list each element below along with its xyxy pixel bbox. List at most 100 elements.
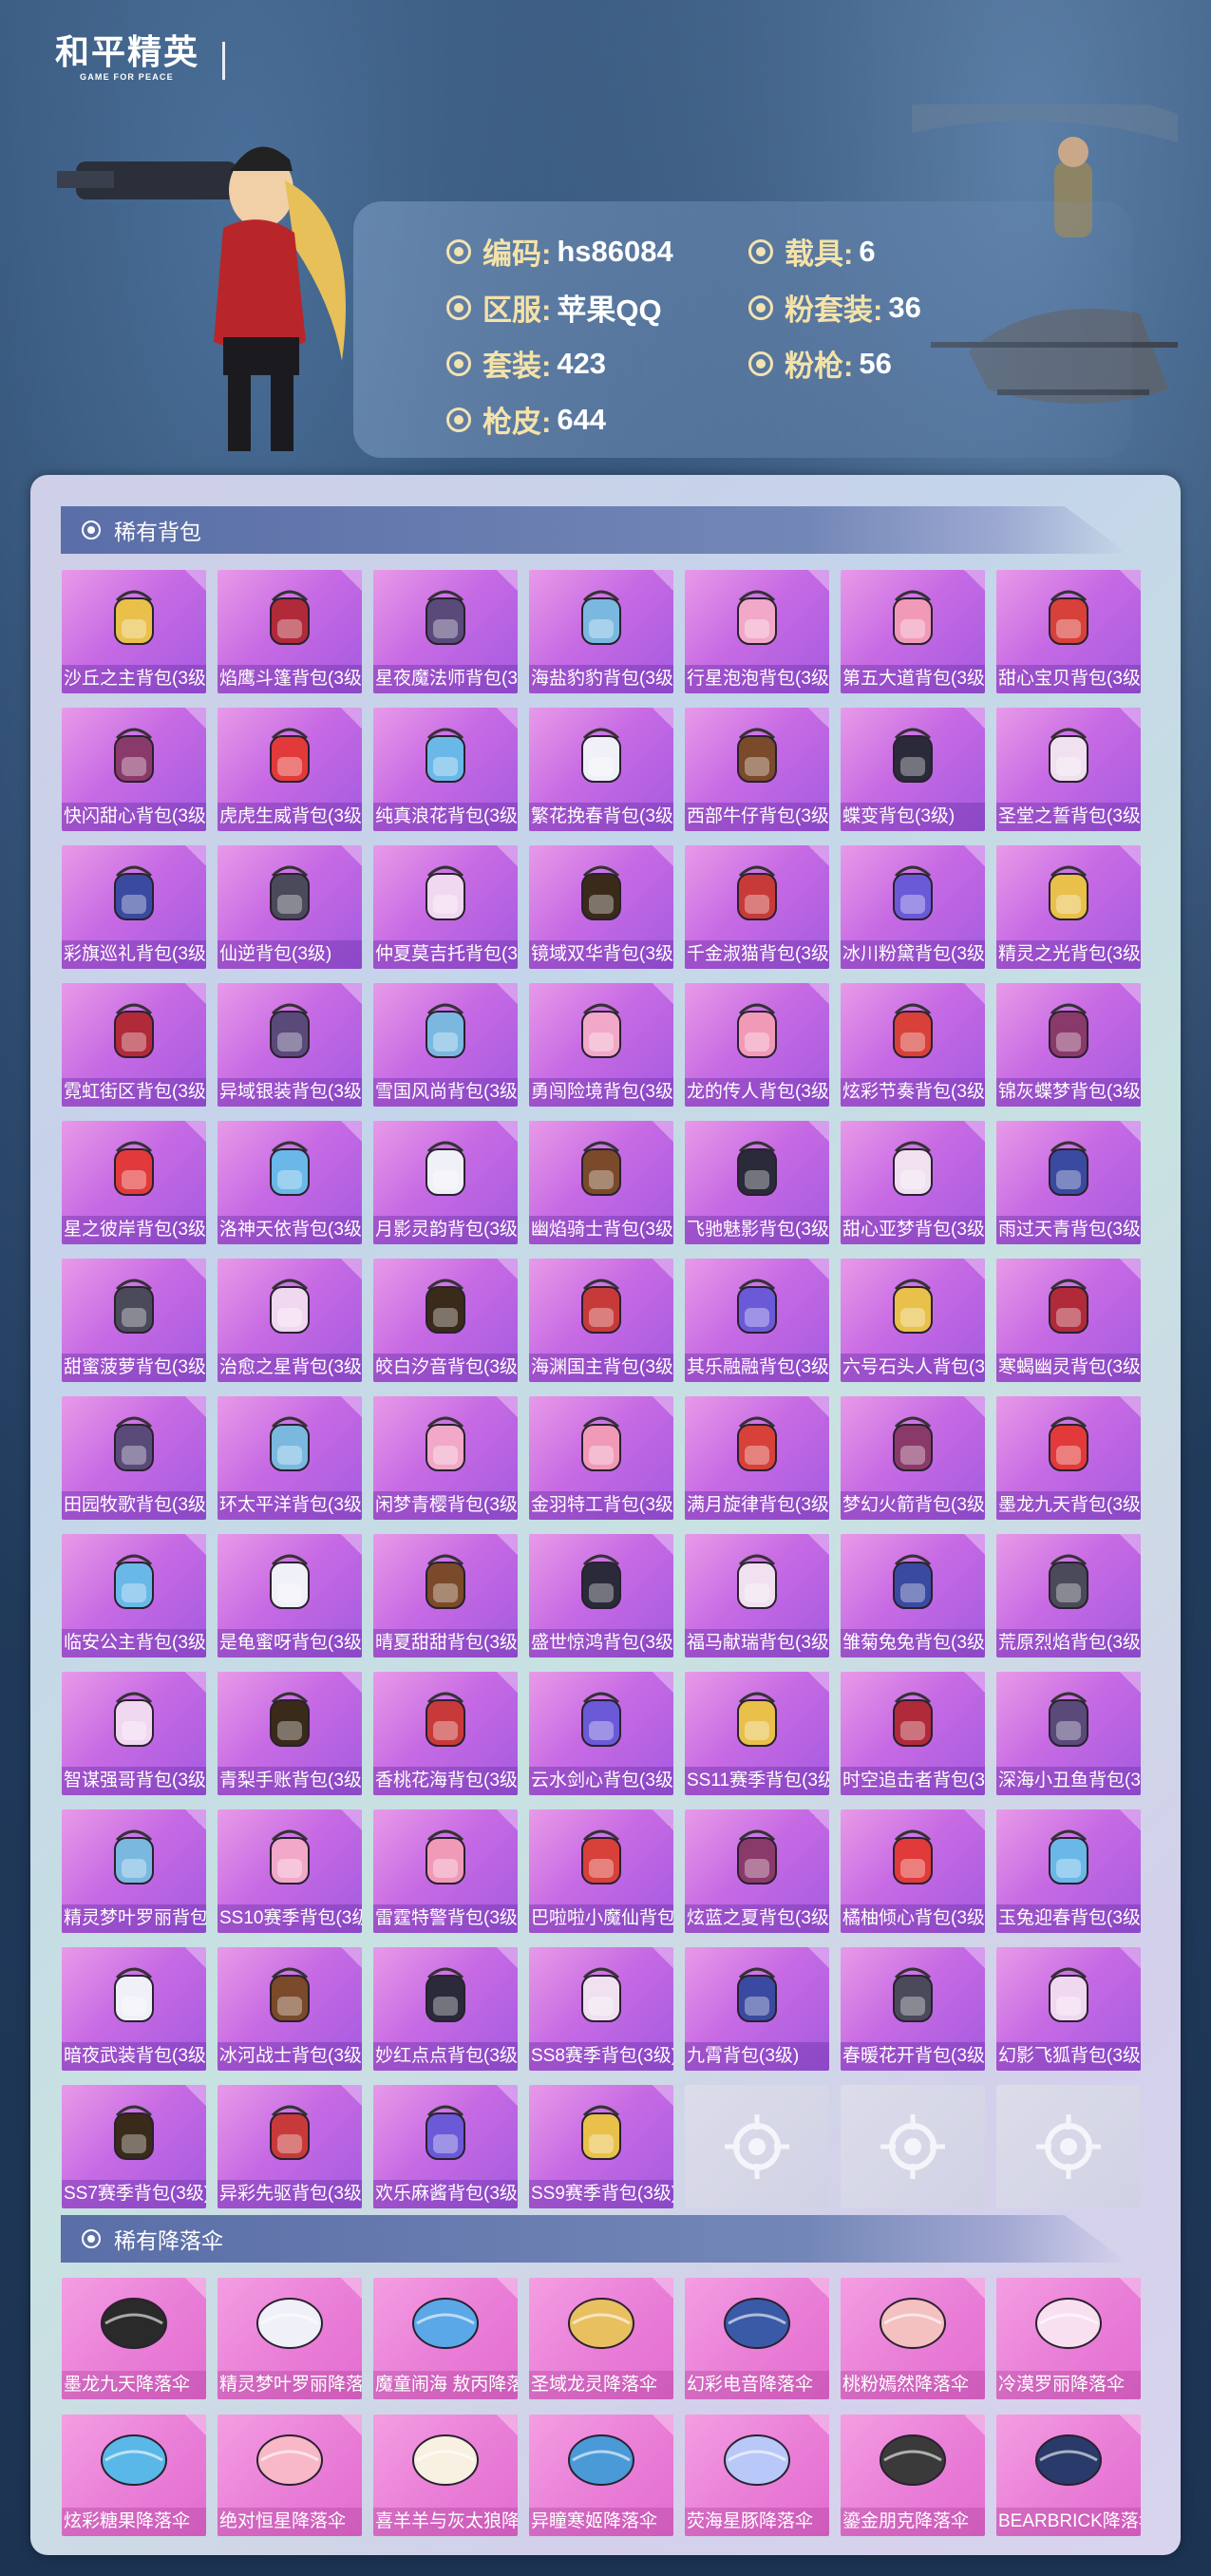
backpack-image <box>270 865 310 920</box>
backpack-tile: SS8赛季背包(3级) <box>529 1947 673 2071</box>
backpack-image <box>1049 1279 1088 1334</box>
backpack-image <box>581 1279 621 1334</box>
target-icon <box>446 294 471 320</box>
backpack-tile: 寒蝎幽灵背包(3级) <box>996 1259 1141 1382</box>
backpack-name: 沙丘之主背包(3级) <box>62 665 206 693</box>
backpack-image <box>114 1554 154 1609</box>
backpack-tile: 是龟蜜呀背包(3级) <box>218 1534 362 1657</box>
backpack-name: 香桃花海背包(3级) <box>373 1767 518 1795</box>
backpack-tile: 幽焰骑士背包(3级) <box>529 1121 673 1244</box>
backpack-name: 田园牧歌背包(3级) <box>62 1491 206 1520</box>
parachute-name: 炫彩糖果降落伞 <box>62 2508 206 2536</box>
parachute-tile: 圣域龙灵降落伞 <box>529 2278 673 2399</box>
backpack-image <box>737 590 777 645</box>
target-icon <box>446 238 471 264</box>
parachute-tile: 绝对恒星降落伞 <box>218 2415 362 2536</box>
game-logo: 和平精英 GAME FOR PEACE <box>55 34 199 83</box>
backpack-tile: 金羽特工背包(3级) <box>529 1396 673 1520</box>
backpack-name: 环太平洋背包(3级) <box>218 1491 362 1520</box>
parachute-tile: 墨龙九天降落伞 <box>62 2278 206 2399</box>
backpack-image <box>114 1829 154 1885</box>
backpack-name: 异彩先驱背包(3级) <box>218 2180 362 2208</box>
backpack-tile: 智谋强哥背包(3级) <box>62 1672 206 1795</box>
empty-slot <box>841 2085 985 2208</box>
backpack-tile: 仲夏莫吉托背包(3级) <box>373 845 518 969</box>
section-header-parachutes: 稀有降落伞 <box>61 2215 1128 2263</box>
parachute-tile: 冷漠罗丽降落伞 <box>996 2278 1141 2399</box>
info-pink-guns: 粉枪: 56 <box>748 342 892 385</box>
backpack-image <box>1049 1003 1088 1058</box>
backpack-tile: 巴啦啦小魔仙背包(3级) <box>529 1809 673 1933</box>
backpack-image <box>581 1416 621 1471</box>
backpack-tile: 星夜魔法师背包(3级) <box>373 570 518 693</box>
backpack-name: 虎虎生威背包(3级) <box>218 803 362 831</box>
backpack-name: 雏菊兔兔背包(3级) <box>841 1629 985 1657</box>
info-pink-suits-value: 36 <box>888 290 921 324</box>
info-pink-guns-value: 56 <box>859 346 892 380</box>
backpack-name: 墨龙九天背包(3级) <box>996 1491 1141 1520</box>
parachute-image <box>1035 2298 1102 2349</box>
backpack-name: 雷霆特警背包(3级) <box>373 1904 518 1933</box>
parachute-image <box>256 2434 323 2486</box>
backpack-tile: 梦幻火箭背包(3级) <box>841 1396 985 1520</box>
backpack-image <box>893 1829 933 1885</box>
backpack-image <box>114 1416 154 1471</box>
backpack-tile: 暗夜武装背包(3级) <box>62 1947 206 2071</box>
backpack-name: 是龟蜜呀背包(3级) <box>218 1629 362 1657</box>
backpack-name: 炫蓝之夏背包(3级) <box>685 1904 829 1933</box>
backpack-tile: 满月旋律背包(3级) <box>685 1396 829 1520</box>
backpack-image <box>270 1692 310 1747</box>
backpack-tile: 虎虎生威背包(3级) <box>218 708 362 831</box>
backpack-tile: 其乐融融背包(3级) <box>685 1259 829 1382</box>
info-suits-value: 423 <box>557 346 607 380</box>
backpack-name: 晴夏甜甜背包(3级) <box>373 1629 518 1657</box>
backpack-tile: 飞驰魅影背包(3级) <box>685 1121 829 1244</box>
backpack-name: 星夜魔法师背包(3级) <box>373 665 518 693</box>
info-server-value: 苹果QQ <box>557 294 662 327</box>
backpack-name: 欢乐麻酱背包(3级) <box>373 2180 518 2208</box>
backpack-tile: 镜域双华背包(3级) <box>529 845 673 969</box>
backpack-tile: 海盐豹豹背包(3级) <box>529 570 673 693</box>
backpack-image <box>893 590 933 645</box>
backpack-name: 智谋强哥背包(3级) <box>62 1767 206 1795</box>
backpack-name: 异域银装背包(3级) <box>218 1078 362 1107</box>
backpack-name: 幻影飞狐背包(3级) <box>996 2042 1141 2071</box>
backpack-tile: 海渊国主背包(3级) <box>529 1259 673 1382</box>
backpack-tile: 治愈之星背包(3级) <box>218 1259 362 1382</box>
target-icon <box>748 350 773 376</box>
backpack-tile: 炫彩节奏背包(3级) <box>841 983 985 1107</box>
backpack-tile: 闲梦青樱背包(3级) <box>373 1396 518 1520</box>
backpack-name: 六号石头人背包(3级) <box>841 1354 985 1382</box>
target-icon <box>748 294 773 320</box>
backpack-name: SS9赛季背包(3级) <box>529 2180 673 2208</box>
backpack-tile: 千金淑猫背包(3级) <box>685 845 829 969</box>
backpack-name: 月影灵韵背包(3级) <box>373 1216 518 1244</box>
backpack-image <box>114 1692 154 1747</box>
backpack-tile: 圣堂之誓背包(3级) <box>996 708 1141 831</box>
backpack-name: 龙的传人背包(3级) <box>685 1078 829 1107</box>
backpack-name: 甜心亚梦背包(3级) <box>841 1216 985 1244</box>
parachute-name: 魔童闹海 敖丙降落伞 <box>373 2371 518 2399</box>
backpack-image <box>737 728 777 783</box>
backpack-name: 春暖花开背包(3级) <box>841 2042 985 2071</box>
backpack-image <box>581 1554 621 1609</box>
backpack-image <box>270 728 310 783</box>
parachute-tile: 桃粉嫣然降落伞 <box>841 2278 985 2399</box>
backpack-tile: 青梨手账背包(3级) <box>218 1672 362 1795</box>
backpack-name: 皎白汐音背包(3级) <box>373 1354 518 1382</box>
backpack-image <box>426 865 465 920</box>
backpack-name: 精灵梦叶罗丽背包(3级) <box>62 1904 206 1933</box>
backpack-image <box>1049 590 1088 645</box>
backpack-image <box>893 1141 933 1196</box>
hero-character-illustration <box>57 146 346 451</box>
backpack-image <box>114 865 154 920</box>
backpack-tile: 纯真浪花背包(3级) <box>373 708 518 831</box>
target-icon <box>82 2229 101 2248</box>
backpack-image <box>426 590 465 645</box>
backpack-image <box>581 1141 621 1196</box>
backpack-tile: 春暖花开背包(3级) <box>841 1947 985 2071</box>
backpack-name: 勇闯险境背包(3级) <box>529 1078 673 1107</box>
backpack-image <box>114 1279 154 1334</box>
info-vehicles: 载具: 6 <box>748 230 876 273</box>
backpack-image <box>114 1141 154 1196</box>
